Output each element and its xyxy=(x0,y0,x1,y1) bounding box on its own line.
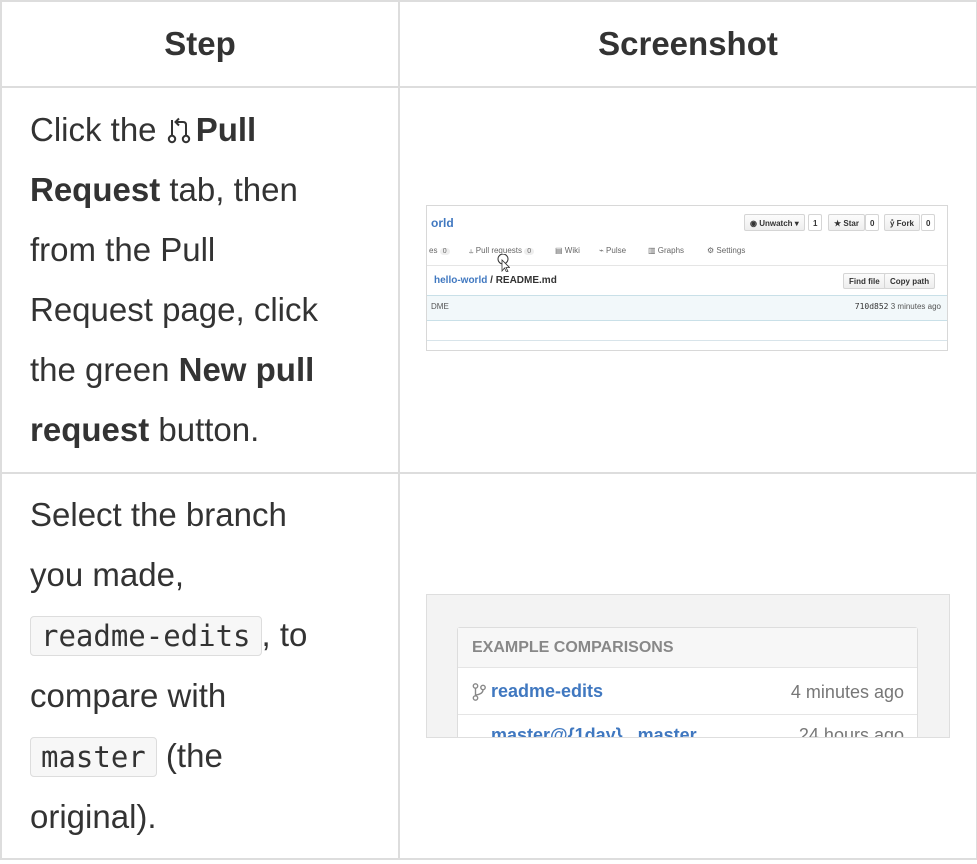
step-text: you made, xyxy=(30,556,185,593)
eye-icon: ◉ xyxy=(750,219,760,228)
tab-settings[interactable]: ⚙ Settings xyxy=(707,246,745,255)
graph-icon: ▥ xyxy=(648,246,658,255)
step-cell: Select the branch you made, readme-edits… xyxy=(0,472,400,860)
step-text: from the Pull xyxy=(30,231,216,268)
list-item[interactable]: master@{1day}...master 24 hours ago xyxy=(458,715,917,738)
branch-code: readme-edits xyxy=(30,616,262,656)
tab-wiki[interactable]: ▤ Wiki xyxy=(555,246,580,255)
branch-link[interactable]: readme-edits xyxy=(491,681,603,702)
commit-info: 710d852 3 minutes ago xyxy=(855,302,941,311)
unwatch-button[interactable]: ◉ Unwatch ▾ xyxy=(744,214,805,231)
fork-count: 0 xyxy=(921,214,936,231)
commit-hash[interactable]: 710d852 xyxy=(855,302,889,311)
step-text: compare with xyxy=(30,677,227,714)
step-text: tab, then xyxy=(160,171,298,208)
request-button-label: request xyxy=(30,411,150,448)
pull-label: Pull xyxy=(195,111,257,148)
pull-request-icon xyxy=(166,103,192,144)
repo-page-screenshot: orld ◉ Unwatch ▾ 1 ★ Star 0 ẙ Fork 0 es … xyxy=(426,205,948,351)
screenshot-cell: EXAMPLE COMPARISONS readme-edits 4 minut… xyxy=(398,472,977,860)
repo-name: orld xyxy=(431,216,454,230)
step-cell: Click the Pull Request tab, then from th… xyxy=(0,86,400,474)
table-row: Click the Pull Request tab, then from th… xyxy=(0,86,977,474)
copy-path-button[interactable]: Copy path xyxy=(884,273,936,289)
master-code: master xyxy=(30,737,157,777)
new-pull-label: New pull xyxy=(178,351,315,388)
branch-icon xyxy=(472,683,486,701)
step-text: Select the branch xyxy=(30,496,287,533)
star-icon: ★ xyxy=(834,219,844,228)
gear-icon: ⚙ xyxy=(707,246,717,255)
branch-time: 4 minutes ago xyxy=(790,682,904,702)
file-content-area xyxy=(427,320,947,341)
breadcrumb-file: README.md xyxy=(495,275,557,286)
commit-bar: DME 710d852 3 minutes ago xyxy=(427,295,947,321)
comparison-time: 24 hours ago xyxy=(798,725,904,738)
star-button[interactable]: ★ Star xyxy=(828,214,865,231)
list-item[interactable]: readme-edits 4 minutes ago xyxy=(458,669,917,715)
comparison-link[interactable]: master@{1day}...master xyxy=(491,725,697,737)
unwatch-count: 1 xyxy=(808,214,823,231)
breadcrumb: hello-world / README.md xyxy=(434,275,557,286)
step-text: Request page, click xyxy=(30,291,318,328)
example-comparisons-panel: EXAMPLE COMPARISONS readme-edits 4 minut… xyxy=(457,627,918,738)
panel-header: EXAMPLE COMPARISONS xyxy=(458,628,917,668)
step-text: the green xyxy=(30,351,179,388)
table-row: Select the branch you made, readme-edits… xyxy=(0,472,977,860)
tab-graphs[interactable]: ▥ Graphs xyxy=(648,246,684,255)
header-step: Step xyxy=(0,0,400,88)
tab-pulse[interactable]: ⌁ Pulse xyxy=(599,246,626,255)
step-text: Click the xyxy=(30,111,166,148)
fork-icon: ẙ xyxy=(890,219,897,228)
fork-button[interactable]: ẙ Fork xyxy=(884,214,921,231)
screenshot-cell: orld ◉ Unwatch ▾ 1 ★ Star 0 ẙ Fork 0 es … xyxy=(398,86,977,474)
header-screenshot: Screenshot xyxy=(398,0,977,88)
compare-screenshot: EXAMPLE COMPARISONS readme-edits 4 minut… xyxy=(426,594,950,738)
pull-request-icon: ⥿ xyxy=(469,246,476,255)
breadcrumb-repo-link[interactable]: hello-world xyxy=(434,275,487,286)
step-text: original). xyxy=(30,798,157,835)
request-label: Request xyxy=(30,171,161,208)
find-file-button[interactable]: Find file xyxy=(843,273,886,289)
pulse-icon: ⌁ xyxy=(599,246,607,255)
tab-issues[interactable]: es 0 xyxy=(429,246,450,255)
instructions-table: Step Screenshot Click the Pull Request t… xyxy=(0,0,977,860)
star-count: 0 xyxy=(865,214,880,231)
step-text: , to xyxy=(261,616,308,653)
book-icon: ▤ xyxy=(555,246,565,255)
step-text: button. xyxy=(149,411,260,448)
header-row: Step Screenshot xyxy=(0,0,977,88)
step-text: (the xyxy=(156,737,223,774)
commit-time: 3 minutes ago xyxy=(890,302,941,311)
mouse-cursor-icon xyxy=(497,254,510,272)
commit-message: DME xyxy=(431,302,449,311)
